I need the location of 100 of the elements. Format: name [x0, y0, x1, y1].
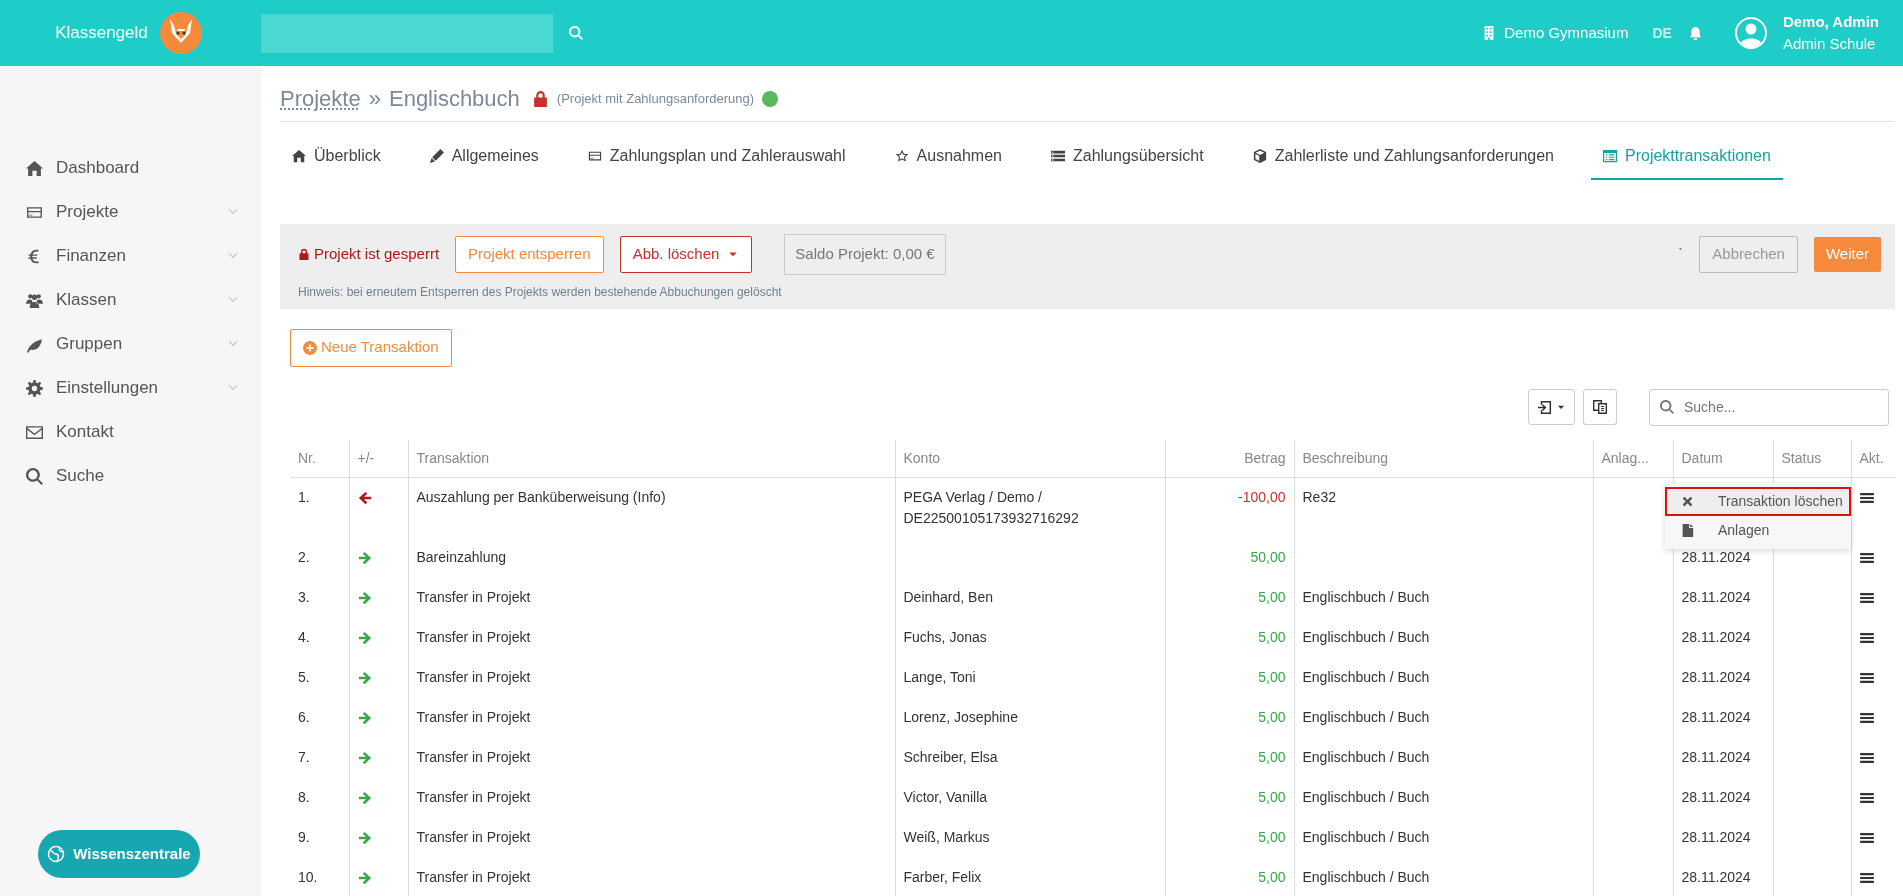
breadcrumb-separator: »: [368, 85, 381, 113]
help-button[interactable]: Wissenszentrale: [38, 830, 200, 878]
account-name: Fuchs, Jonas: [903, 628, 987, 645]
user-role: Admin Schule: [1782, 34, 1877, 54]
row-menu-button[interactable]: [1859, 752, 1874, 763]
lock-icon: [298, 248, 310, 261]
transaction-name: Transfer in Projekt: [416, 748, 531, 765]
column-header[interactable]: Beschreibung: [1294, 439, 1593, 477]
description: Englischbuch / Buch: [1302, 708, 1430, 725]
account-name: Weiß, Markus: [903, 828, 990, 845]
column-header[interactable]: Konto: [895, 439, 1165, 477]
project-note: (Projekt mit Zahlungsanforderung): [556, 89, 755, 108]
menu-icon: [1859, 552, 1874, 563]
tab[interactable]: Ausnahmen: [882, 134, 1014, 180]
menu-icon: [1859, 632, 1874, 643]
row-menu-button[interactable]: [1859, 832, 1874, 843]
tab[interactable]: Projekttransaktionen: [1591, 134, 1783, 180]
menu-icon: [1859, 752, 1874, 763]
transaction-name: Bareinzahlung: [416, 548, 506, 565]
tab[interactable]: Zahlungsplan und Zahlerauswahl: [575, 134, 858, 180]
next-button[interactable]: Weiter: [1813, 237, 1881, 272]
tab[interactable]: Zahlungsübersicht: [1038, 134, 1216, 180]
date: 28.11.2024: [1681, 628, 1751, 645]
column-header[interactable]: +/-: [349, 439, 408, 477]
avatar-icon: [1734, 17, 1767, 49]
column-header[interactable]: Datum: [1673, 439, 1773, 477]
settings-icon: [26, 379, 43, 397]
row-menu-button[interactable]: [1859, 712, 1874, 723]
column-header[interactable]: Status: [1773, 439, 1851, 477]
amount: 5,00: [1258, 788, 1286, 805]
row-number: 8.: [298, 788, 310, 805]
export-dropdown-button[interactable]: [1528, 389, 1575, 425]
sidebar-item[interactable]: Suche: [0, 454, 261, 498]
search-field[interactable]: [261, 13, 553, 53]
description: Englischbuch / Buch: [1302, 788, 1430, 805]
menu-item[interactable]: Transaktion löschen: [1665, 487, 1851, 516]
amount: 5,00: [1258, 828, 1286, 845]
delete-dropdown-button[interactable]: Abb. löschen: [619, 236, 753, 273]
account-name: Lange, Toni: [903, 668, 976, 685]
row-menu-button[interactable]: [1859, 552, 1874, 563]
amount: 5,00: [1258, 668, 1286, 685]
amount: 5,00: [1258, 748, 1286, 765]
users-icon: [26, 291, 43, 309]
date: 28.11.2024: [1681, 708, 1751, 725]
column-header[interactable]: Transaktion: [408, 439, 895, 477]
row-menu-button[interactable]: [1859, 872, 1874, 883]
sidebar-item[interactable]: Dashboard: [0, 146, 261, 190]
date: 28.11.2024: [1681, 588, 1751, 605]
row-menu-button[interactable]: [1859, 632, 1874, 643]
tab[interactable]: Überblick: [280, 134, 393, 180]
columns-button[interactable]: [1583, 389, 1617, 425]
column-header[interactable]: Betrag: [1165, 439, 1294, 477]
transaction-name: Transfer in Projekt: [416, 588, 531, 605]
menu-icon: [1859, 792, 1874, 803]
sidebar-item[interactable]: Projekte: [0, 190, 261, 234]
column-header[interactable]: Anlag...: [1593, 439, 1673, 477]
search-icon: [26, 467, 43, 485]
list-icon: [1050, 149, 1065, 163]
menu-item[interactable]: Anlagen: [1665, 516, 1851, 545]
date: 28.11.2024: [1681, 828, 1751, 845]
row-number: 2.: [298, 548, 310, 565]
sidebar-item[interactable]: Finanzen: [0, 234, 261, 278]
row-number: 3.: [298, 588, 310, 605]
amount: 50,00: [1250, 548, 1286, 565]
new-transaction-button[interactable]: Neue Transaktion: [290, 328, 452, 367]
status-dot: [762, 90, 779, 107]
transaction-name: Transfer in Projekt: [416, 668, 531, 685]
column-header[interactable]: Nr.: [290, 439, 349, 477]
row-number: 6.: [298, 708, 310, 725]
row-number: 7.: [298, 748, 310, 765]
cube-icon: [1252, 149, 1267, 163]
tab[interactable]: Zahlerliste und Zahlungsanforderungen: [1240, 134, 1566, 180]
row-menu-button[interactable]: [1859, 792, 1874, 803]
table-search-field[interactable]: Suche...: [1649, 388, 1889, 426]
transaction-name: Transfer in Projekt: [416, 788, 531, 805]
unlock-button[interactable]: Projekt entsperren: [455, 236, 604, 273]
date: 28.11.2024: [1681, 788, 1751, 805]
account-name: Deinhard, Ben: [903, 588, 993, 605]
sidebar-item[interactable]: Klassen: [0, 278, 261, 322]
row-number: 10.: [298, 868, 318, 885]
row-number: 9.: [298, 828, 310, 845]
sidebar-item[interactable]: Kontakt: [0, 410, 261, 454]
column-header[interactable]: Akt.: [1851, 439, 1895, 477]
file-icon: [1681, 524, 1694, 537]
transaction-name: Transfer in Projekt: [416, 868, 531, 885]
sidebar-item[interactable]: Gruppen: [0, 322, 261, 366]
sidebar-item[interactable]: Einstellungen: [0, 366, 261, 410]
table-icon: [1603, 149, 1617, 163]
school-link[interactable]: Demo Gymnasium: [1482, 21, 1629, 45]
row-menu-button[interactable]: [1859, 672, 1874, 683]
row-menu-button[interactable]: [1859, 492, 1874, 503]
date: 28.11.2024: [1681, 868, 1751, 885]
transaction-name: Transfer in Projekt: [416, 628, 531, 645]
export-icon: [1537, 399, 1552, 415]
credit-card-icon: [587, 149, 602, 163]
row-menu-button[interactable]: [1859, 592, 1874, 603]
project-title: Englischbuch: [388, 85, 520, 113]
tab[interactable]: Allgemeines: [417, 134, 551, 180]
breadcrumb-link[interactable]: Projekte: [280, 82, 361, 115]
account-name: Schreiber, Elsa: [903, 748, 998, 765]
